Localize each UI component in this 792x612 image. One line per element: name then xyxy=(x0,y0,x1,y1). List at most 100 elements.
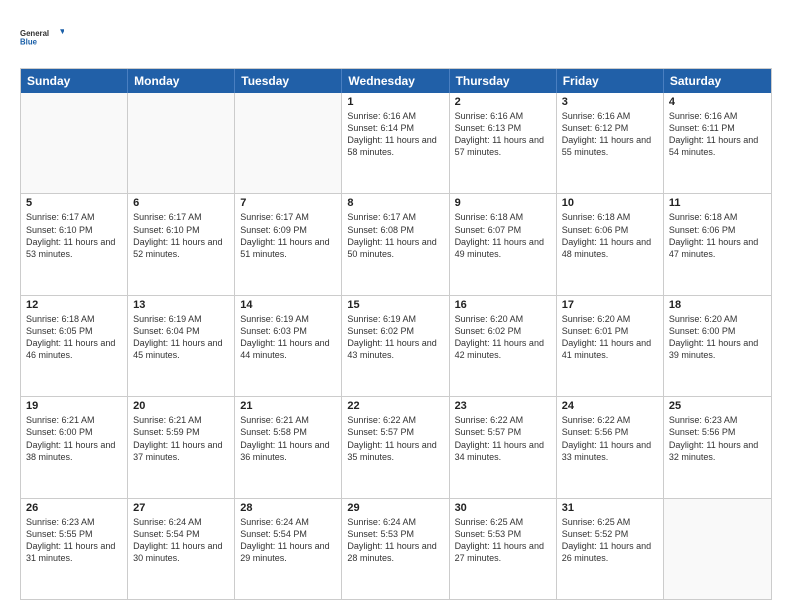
calendar-day-29: 29 Sunrise: 6:24 AM Sunset: 5:53 PM Dayli… xyxy=(342,499,449,599)
calendar-day-10: 10 Sunrise: 6:18 AM Sunset: 6:06 PM Dayli… xyxy=(557,194,664,294)
day-number: 17 xyxy=(562,299,658,311)
day-number: 21 xyxy=(240,400,336,412)
day-header-sunday: Sunday xyxy=(21,69,128,93)
day-number: 5 xyxy=(26,197,122,209)
day-info: Sunrise: 6:21 AM Sunset: 6:00 PM Dayligh… xyxy=(26,414,122,463)
day-info: Sunrise: 6:21 AM Sunset: 5:59 PM Dayligh… xyxy=(133,414,229,463)
day-info: Sunrise: 6:23 AM Sunset: 5:56 PM Dayligh… xyxy=(669,414,766,463)
calendar-week-2: 12Sunrise: 6:18 AM Sunset: 6:05 PM Dayli… xyxy=(21,295,771,396)
calendar-day-5: 5 Sunrise: 6:17 AM Sunset: 6:10 PM Daylig… xyxy=(21,194,128,294)
day-info: Sunrise: 6:24 AM Sunset: 5:54 PM Dayligh… xyxy=(240,516,336,565)
calendar-day-11: 11 Sunrise: 6:18 AM Sunset: 6:06 PM Dayli… xyxy=(664,194,771,294)
day-info: Sunrise: 6:22 AM Sunset: 5:57 PM Dayligh… xyxy=(347,414,443,463)
header: General Blue xyxy=(20,16,772,60)
calendar-body: 1 Sunrise: 6:16 AM Sunset: 6:14 PM Daylig… xyxy=(21,93,771,599)
day-number: 8 xyxy=(347,197,443,209)
day-info: Sunrise: 6:20 AM Sunset: 6:00 PM Dayligh… xyxy=(669,313,766,362)
calendar-day-13: 13 Sunrise: 6:19 AM Sunset: 6:04 PM Dayli… xyxy=(128,296,235,396)
calendar-week-4: 26 Sunrise: 6:23 AM Sunset: 5:55 PM Dayli… xyxy=(21,498,771,599)
day-info: Sunrise: 6:16 AM Sunset: 6:12 PM Dayligh… xyxy=(562,110,658,159)
day-header-thursday: Thursday xyxy=(450,69,557,93)
empty-cell xyxy=(21,93,128,193)
svg-text:Blue: Blue xyxy=(20,37,38,46)
empty-cell xyxy=(128,93,235,193)
day-number: 31 xyxy=(562,502,658,514)
day-info: Sunrise: 6:16 AM Sunset: 6:14 PM Dayligh… xyxy=(347,110,443,159)
day-number: 11 xyxy=(669,197,766,209)
day-info: Sunrise: 6:23 AM Sunset: 5:55 PM Dayligh… xyxy=(26,516,122,565)
day-info: Sunrise: 6:17 AM Sunset: 6:10 PM Dayligh… xyxy=(26,211,122,260)
day-number: 2 xyxy=(455,96,551,108)
day-number: 30 xyxy=(455,502,551,514)
calendar-day-9: 9 Sunrise: 6:18 AM Sunset: 6:07 PM Daylig… xyxy=(450,194,557,294)
day-number: 26 xyxy=(26,502,122,514)
calendar-day-4: 4Sunrise: 6:16 AM Sunset: 6:11 PM Daylig… xyxy=(664,93,771,193)
day-number: 13 xyxy=(133,299,229,311)
calendar-day-27: 27 Sunrise: 6:24 AM Sunset: 5:54 PM Dayli… xyxy=(128,499,235,599)
calendar-day-21: 21 Sunrise: 6:21 AM Sunset: 5:58 PM Dayli… xyxy=(235,397,342,497)
calendar-header: SundayMondayTuesdayWednesdayThursdayFrid… xyxy=(21,69,771,93)
calendar-week-3: 19 Sunrise: 6:21 AM Sunset: 6:00 PM Dayli… xyxy=(21,396,771,497)
calendar-day-17: 17 Sunrise: 6:20 AM Sunset: 6:01 PM Dayli… xyxy=(557,296,664,396)
logo-svg: General Blue xyxy=(20,16,64,60)
day-info: Sunrise: 6:17 AM Sunset: 6:09 PM Dayligh… xyxy=(240,211,336,260)
day-info: Sunrise: 6:21 AM Sunset: 5:58 PM Dayligh… xyxy=(240,414,336,463)
day-info: Sunrise: 6:19 AM Sunset: 6:03 PM Dayligh… xyxy=(240,313,336,362)
day-info: Sunrise: 6:22 AM Sunset: 5:57 PM Dayligh… xyxy=(455,414,551,463)
day-info: Sunrise: 6:19 AM Sunset: 6:02 PM Dayligh… xyxy=(347,313,443,362)
calendar-day-18: 18 Sunrise: 6:20 AM Sunset: 6:00 PM Dayli… xyxy=(664,296,771,396)
day-number: 9 xyxy=(455,197,551,209)
day-info: Sunrise: 6:18 AM Sunset: 6:06 PM Dayligh… xyxy=(669,211,766,260)
day-info: Sunrise: 6:25 AM Sunset: 5:52 PM Dayligh… xyxy=(562,516,658,565)
day-number: 27 xyxy=(133,502,229,514)
empty-cell xyxy=(235,93,342,193)
calendar-day-19: 19 Sunrise: 6:21 AM Sunset: 6:00 PM Dayli… xyxy=(21,397,128,497)
day-number: 28 xyxy=(240,502,336,514)
day-number: 22 xyxy=(347,400,443,412)
day-number: 23 xyxy=(455,400,551,412)
calendar-day-7: 7 Sunrise: 6:17 AM Sunset: 6:09 PM Daylig… xyxy=(235,194,342,294)
day-number: 16 xyxy=(455,299,551,311)
day-number: 20 xyxy=(133,400,229,412)
calendar-day-15: 15 Sunrise: 6:19 AM Sunset: 6:02 PM Dayli… xyxy=(342,296,449,396)
day-number: 24 xyxy=(562,400,658,412)
day-number: 7 xyxy=(240,197,336,209)
calendar-day-12: 12Sunrise: 6:18 AM Sunset: 6:05 PM Dayli… xyxy=(21,296,128,396)
day-info: Sunrise: 6:18 AM Sunset: 6:06 PM Dayligh… xyxy=(562,211,658,260)
day-info: Sunrise: 6:24 AM Sunset: 5:54 PM Dayligh… xyxy=(133,516,229,565)
empty-cell xyxy=(664,499,771,599)
day-number: 1 xyxy=(347,96,443,108)
day-info: Sunrise: 6:20 AM Sunset: 6:01 PM Dayligh… xyxy=(562,313,658,362)
day-number: 10 xyxy=(562,197,658,209)
day-header-friday: Friday xyxy=(557,69,664,93)
day-number: 18 xyxy=(669,299,766,311)
day-number: 3 xyxy=(562,96,658,108)
calendar-day-14: 14 Sunrise: 6:19 AM Sunset: 6:03 PM Dayli… xyxy=(235,296,342,396)
calendar-day-31: 31 Sunrise: 6:25 AM Sunset: 5:52 PM Dayli… xyxy=(557,499,664,599)
calendar-day-16: 16 Sunrise: 6:20 AM Sunset: 6:02 PM Dayli… xyxy=(450,296,557,396)
calendar-day-24: 24Sunrise: 6:22 AM Sunset: 5:56 PM Dayli… xyxy=(557,397,664,497)
day-info: Sunrise: 6:20 AM Sunset: 6:02 PM Dayligh… xyxy=(455,313,551,362)
day-info: Sunrise: 6:18 AM Sunset: 6:05 PM Dayligh… xyxy=(26,313,122,362)
day-number: 29 xyxy=(347,502,443,514)
day-info: Sunrise: 6:17 AM Sunset: 6:08 PM Dayligh… xyxy=(347,211,443,260)
calendar-day-22: 22 Sunrise: 6:22 AM Sunset: 5:57 PM Dayli… xyxy=(342,397,449,497)
day-info: Sunrise: 6:18 AM Sunset: 6:07 PM Dayligh… xyxy=(455,211,551,260)
calendar-day-1: 1 Sunrise: 6:16 AM Sunset: 6:14 PM Daylig… xyxy=(342,93,449,193)
calendar-week-0: 1 Sunrise: 6:16 AM Sunset: 6:14 PM Daylig… xyxy=(21,93,771,193)
logo: General Blue xyxy=(20,16,64,60)
day-info: Sunrise: 6:24 AM Sunset: 5:53 PM Dayligh… xyxy=(347,516,443,565)
calendar-day-2: 2Sunrise: 6:16 AM Sunset: 6:13 PM Daylig… xyxy=(450,93,557,193)
calendar: SundayMondayTuesdayWednesdayThursdayFrid… xyxy=(20,68,772,600)
calendar-day-25: 25 Sunrise: 6:23 AM Sunset: 5:56 PM Dayli… xyxy=(664,397,771,497)
day-header-monday: Monday xyxy=(128,69,235,93)
day-info: Sunrise: 6:19 AM Sunset: 6:04 PM Dayligh… xyxy=(133,313,229,362)
day-number: 14 xyxy=(240,299,336,311)
calendar-day-3: 3 Sunrise: 6:16 AM Sunset: 6:12 PM Daylig… xyxy=(557,93,664,193)
calendar-day-26: 26 Sunrise: 6:23 AM Sunset: 5:55 PM Dayli… xyxy=(21,499,128,599)
day-number: 15 xyxy=(347,299,443,311)
day-info: Sunrise: 6:16 AM Sunset: 6:11 PM Dayligh… xyxy=(669,110,766,159)
day-number: 19 xyxy=(26,400,122,412)
day-number: 25 xyxy=(669,400,766,412)
page: General Blue SundayMondayTuesdayWednesda… xyxy=(0,0,792,612)
